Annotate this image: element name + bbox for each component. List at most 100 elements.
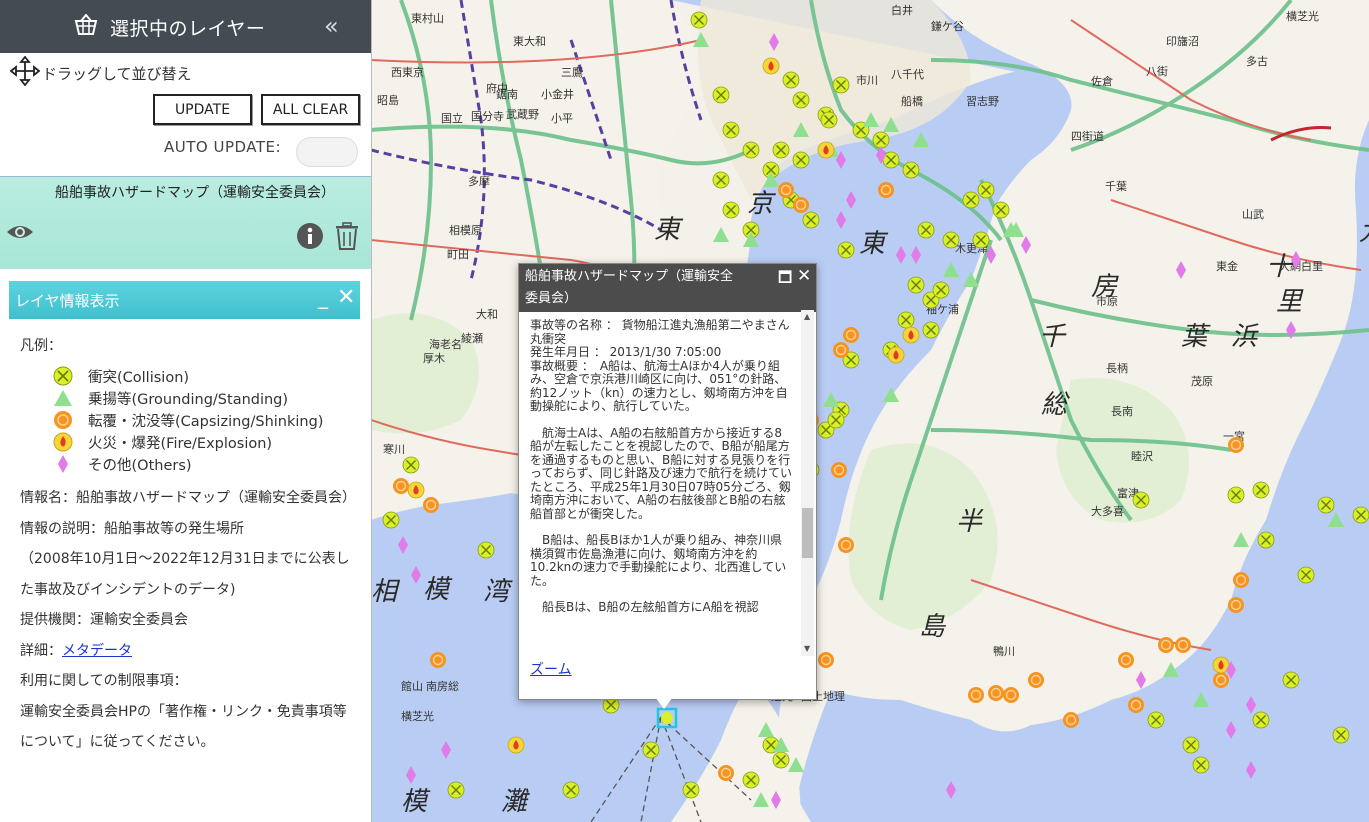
fire-marker[interactable] (407, 481, 425, 499)
scrollbar-thumb[interactable] (802, 508, 813, 558)
collision-marker[interactable] (972, 231, 990, 249)
collision-marker[interactable] (1147, 711, 1165, 729)
fire-marker[interactable] (887, 346, 905, 364)
capsizing-marker[interactable] (838, 537, 854, 553)
collision-marker[interactable] (1252, 481, 1270, 499)
minimize-icon[interactable]: _ (318, 285, 328, 309)
capsizing-marker[interactable] (1213, 672, 1229, 688)
scroll-up-icon[interactable]: ▲ (804, 312, 810, 321)
close-icon[interactable]: ✕ (337, 285, 355, 310)
capsizing-marker[interactable] (1158, 637, 1174, 653)
capsizing-marker[interactable] (843, 327, 859, 343)
collision-marker[interactable] (902, 161, 920, 179)
scroll-down-icon[interactable]: ▼ (804, 644, 810, 653)
capsizing-marker[interactable] (793, 197, 809, 213)
collision-marker[interactable] (562, 781, 580, 799)
capsizing-marker[interactable] (988, 685, 1004, 701)
capsizing-marker[interactable] (423, 497, 439, 513)
collision-marker[interactable] (942, 231, 960, 249)
collision-marker[interactable] (802, 211, 820, 229)
collision-marker[interactable] (897, 311, 915, 329)
collision-marker[interactable] (792, 91, 810, 109)
collision-marker[interactable] (382, 511, 400, 529)
collision-marker[interactable] (977, 181, 995, 199)
collision-marker[interactable] (742, 771, 760, 789)
layer-card[interactable]: 船舶事故ハザードマップ（運輸安全委員会） (0, 176, 371, 269)
maximize-icon[interactable]: 🗖 (778, 267, 792, 292)
capsizing-marker[interactable] (393, 478, 409, 494)
auto-update-toggle[interactable] (296, 137, 358, 167)
collision-marker[interactable] (722, 121, 740, 139)
collision-marker[interactable] (1332, 726, 1350, 744)
metadata-link[interactable]: メタデータ (62, 643, 132, 659)
capsizing-marker[interactable] (1063, 712, 1079, 728)
fire-marker[interactable] (902, 326, 920, 344)
collision-marker[interactable] (907, 276, 925, 294)
capsizing-marker[interactable] (1228, 437, 1244, 453)
zoom-link[interactable]: ズーム (530, 659, 572, 679)
capsizing-marker[interactable] (968, 687, 984, 703)
info-icon[interactable] (296, 222, 324, 254)
collision-marker[interactable] (1192, 756, 1210, 774)
collision-marker[interactable] (1257, 531, 1275, 549)
capsizing-marker[interactable] (1028, 672, 1044, 688)
capsizing-marker[interactable] (778, 182, 794, 198)
collision-marker[interactable] (690, 11, 708, 29)
collision-marker[interactable] (682, 781, 700, 799)
trash-icon[interactable] (335, 222, 359, 254)
eye-icon[interactable] (6, 222, 34, 246)
collision-marker[interactable] (1227, 486, 1245, 504)
collision-marker[interactable] (722, 201, 740, 219)
collision-marker[interactable] (1297, 566, 1315, 584)
collision-marker[interactable] (1317, 496, 1335, 514)
capsizing-marker[interactable] (1233, 572, 1249, 588)
capsizing-marker[interactable] (878, 182, 894, 198)
collision-marker[interactable] (992, 201, 1010, 219)
collision-marker[interactable] (837, 241, 855, 259)
collision-marker[interactable] (772, 751, 790, 769)
collision-marker[interactable] (872, 131, 890, 149)
capsizing-marker[interactable] (1175, 637, 1191, 653)
close-icon[interactable]: ✕ (797, 266, 811, 286)
popup-scrollbar[interactable]: ▲ ▼ (801, 310, 814, 656)
collision-marker[interactable] (792, 151, 810, 169)
collision-marker[interactable] (1182, 736, 1200, 754)
collision-marker[interactable] (1352, 506, 1369, 524)
collision-marker[interactable] (742, 141, 760, 159)
collision-marker[interactable] (922, 321, 940, 339)
collision-marker[interactable] (782, 71, 800, 89)
collapse-sidebar-icon[interactable]: « (324, 12, 339, 40)
capsizing-marker[interactable] (833, 342, 849, 358)
collision-marker[interactable] (962, 191, 980, 209)
collision-marker[interactable] (712, 171, 730, 189)
capsizing-marker[interactable] (1228, 597, 1244, 613)
fire-marker[interactable] (507, 736, 525, 754)
collision-marker[interactable] (447, 781, 465, 799)
capsizing-marker[interactable] (430, 652, 446, 668)
collision-marker[interactable] (477, 541, 495, 559)
all-clear-button[interactable]: ALL CLEAR (261, 94, 360, 125)
capsizing-marker[interactable] (1118, 652, 1134, 668)
collision-marker[interactable] (772, 141, 790, 159)
fire-marker[interactable] (817, 141, 835, 159)
collision-marker[interactable] (1282, 671, 1300, 689)
grounding-marker[interactable] (713, 227, 729, 242)
collision-marker[interactable] (1132, 491, 1150, 509)
capsizing-marker[interactable] (718, 765, 734, 781)
capsizing-marker[interactable] (818, 652, 834, 668)
capsizing-marker[interactable] (831, 462, 847, 478)
capsizing-marker[interactable] (1003, 687, 1019, 703)
collision-marker[interactable] (827, 411, 845, 429)
collision-marker[interactable] (712, 86, 730, 104)
collision-marker[interactable] (917, 221, 935, 239)
collision-marker[interactable] (642, 741, 660, 759)
map-place-label: 九 (1359, 217, 1369, 247)
update-button[interactable]: UPDATE (153, 94, 252, 125)
collision-marker[interactable] (932, 281, 950, 299)
collision-marker[interactable] (1252, 711, 1270, 729)
collision-marker[interactable] (402, 456, 420, 474)
fire-marker[interactable] (762, 57, 780, 75)
collision-marker[interactable] (832, 76, 850, 94)
capsizing-marker[interactable] (1128, 697, 1144, 713)
collision-marker[interactable] (820, 111, 838, 129)
